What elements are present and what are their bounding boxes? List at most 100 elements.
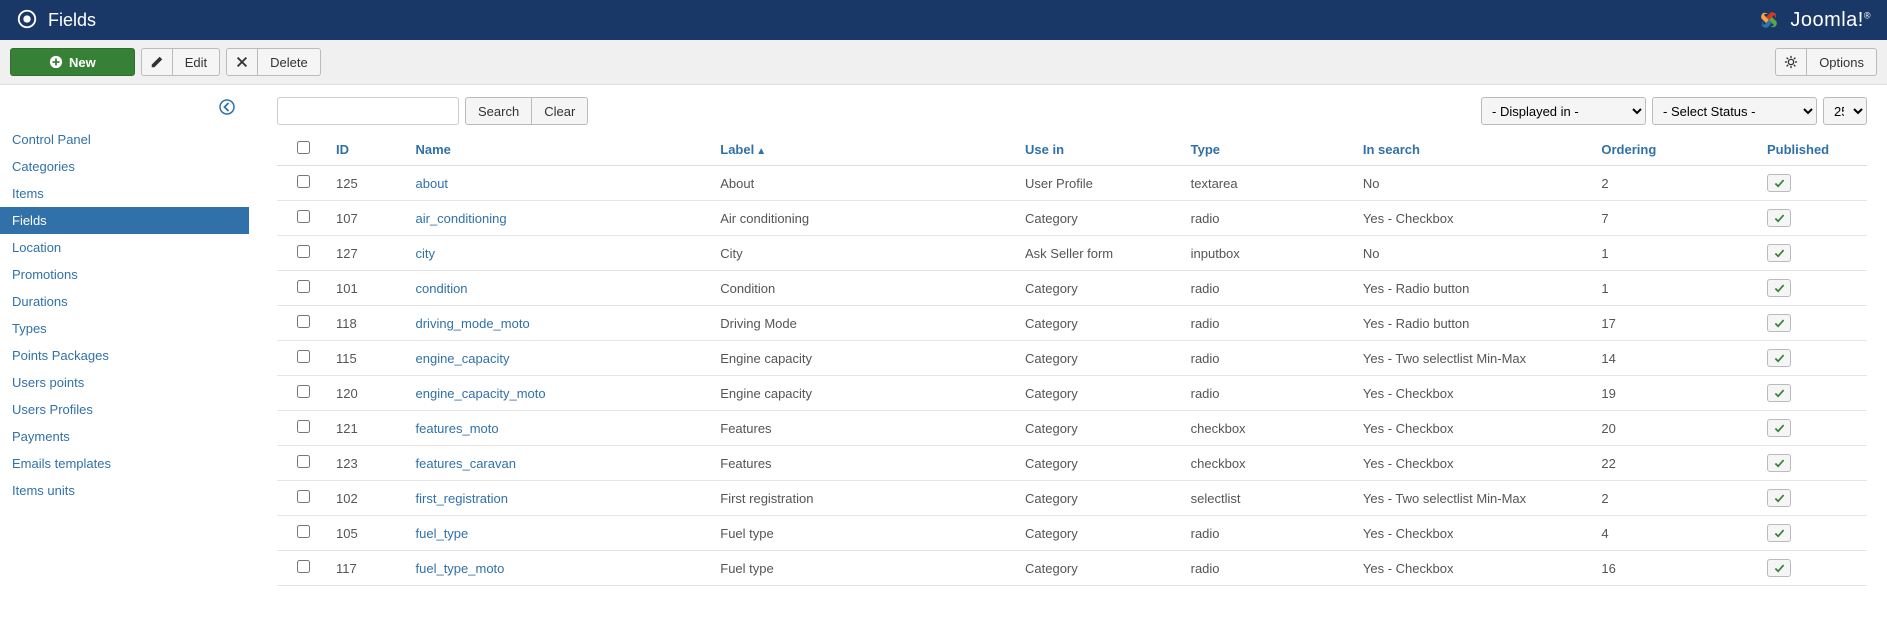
select-all-checkbox[interactable]	[297, 141, 310, 154]
published-toggle[interactable]	[1767, 174, 1791, 192]
limit-select[interactable]: 25	[1823, 97, 1867, 125]
published-toggle[interactable]	[1767, 209, 1791, 227]
page-title: Fields	[48, 10, 96, 31]
header-id[interactable]: ID	[330, 133, 410, 166]
cell-name-link[interactable]: driving_mode_moto	[416, 316, 530, 331]
published-toggle[interactable]	[1767, 524, 1791, 542]
header-ordering[interactable]: Ordering	[1595, 133, 1761, 166]
table-row: 115engine_capacityEngine capacityCategor…	[277, 341, 1867, 376]
delete-button-label: Delete	[270, 55, 308, 70]
cell-name-link[interactable]: condition	[416, 281, 468, 296]
cell-name-link[interactable]: engine_capacity	[416, 351, 510, 366]
row-checkbox[interactable]	[297, 420, 310, 433]
header-name[interactable]: Name	[410, 133, 715, 166]
header-insearch[interactable]: In search	[1357, 133, 1596, 166]
sidebar-collapse-button[interactable]	[0, 93, 249, 126]
cell-name-link[interactable]: air_conditioning	[416, 211, 507, 226]
cell-type: checkbox	[1185, 446, 1357, 481]
cell-insearch: Yes - Checkbox	[1357, 551, 1596, 586]
cell-ordering: 22	[1595, 446, 1761, 481]
sidebar-item-users-profiles[interactable]: Users Profiles	[0, 396, 249, 423]
header-type[interactable]: Type	[1185, 133, 1357, 166]
delete-button[interactable]: Delete	[258, 48, 321, 76]
new-button[interactable]: New	[10, 48, 135, 76]
search-input[interactable]	[277, 97, 459, 125]
published-toggle[interactable]	[1767, 454, 1791, 472]
cell-ordering: 19	[1595, 376, 1761, 411]
row-checkbox[interactable]	[297, 315, 310, 328]
cell-name-link[interactable]: features_moto	[416, 421, 499, 436]
edit-button-label: Edit	[185, 55, 207, 70]
status-select[interactable]: - Select Status -	[1652, 97, 1817, 125]
cell-name-link[interactable]: city	[416, 246, 436, 261]
sidebar-item-fields[interactable]: Fields	[0, 207, 249, 234]
options-button[interactable]: Options	[1807, 48, 1877, 76]
table-row: 125aboutAboutUser ProfiletextareaNo2	[277, 166, 1867, 201]
published-toggle[interactable]	[1767, 244, 1791, 262]
header-published[interactable]: Published	[1761, 133, 1867, 166]
displayed-in-select[interactable]: - Displayed in -	[1481, 97, 1646, 125]
published-toggle[interactable]	[1767, 279, 1791, 297]
row-checkbox[interactable]	[297, 175, 310, 188]
cell-id: 125	[330, 166, 410, 201]
cell-type: textarea	[1185, 166, 1357, 201]
row-checkbox[interactable]	[297, 350, 310, 363]
cell-id: 121	[330, 411, 410, 446]
cell-name-link[interactable]: fuel_type_moto	[416, 561, 505, 576]
sidebar-item-users-points[interactable]: Users points	[0, 369, 249, 396]
cell-usein: Category	[1019, 271, 1185, 306]
cell-name-link[interactable]: first_registration	[416, 491, 508, 506]
cell-ordering: 1	[1595, 271, 1761, 306]
cell-name-link[interactable]: fuel_type	[416, 526, 469, 541]
sidebar-item-payments[interactable]: Payments	[0, 423, 249, 450]
row-checkbox[interactable]	[297, 210, 310, 223]
cell-id: 123	[330, 446, 410, 481]
published-toggle[interactable]	[1767, 489, 1791, 507]
published-toggle[interactable]	[1767, 559, 1791, 577]
cell-insearch: Yes - Checkbox	[1357, 411, 1596, 446]
cell-usein: Category	[1019, 376, 1185, 411]
sidebar-item-types[interactable]: Types	[0, 315, 249, 342]
row-checkbox[interactable]	[297, 455, 310, 468]
sidebar-item-points-packages[interactable]: Points Packages	[0, 342, 249, 369]
header-label[interactable]: Label▲	[714, 133, 1019, 166]
search-button[interactable]: Search	[465, 97, 532, 125]
options-icon-button[interactable]	[1775, 48, 1807, 76]
row-checkbox[interactable]	[297, 245, 310, 258]
edit-icon-button[interactable]	[141, 48, 173, 76]
sidebar-item-emails-templates[interactable]: Emails templates	[0, 450, 249, 477]
cell-name-link[interactable]: about	[416, 176, 449, 191]
sidebar-item-control-panel[interactable]: Control Panel	[0, 126, 249, 153]
published-toggle[interactable]	[1767, 314, 1791, 332]
filter-left: Search Clear	[277, 97, 588, 125]
sidebar-item-durations[interactable]: Durations	[0, 288, 249, 315]
published-toggle[interactable]	[1767, 384, 1791, 402]
cell-id: 115	[330, 341, 410, 376]
row-checkbox[interactable]	[297, 385, 310, 398]
cell-name-link[interactable]: engine_capacity_moto	[416, 386, 546, 401]
cell-insearch: Yes - Two selectlist Min-Max	[1357, 341, 1596, 376]
cell-type: radio	[1185, 201, 1357, 236]
row-checkbox[interactable]	[297, 280, 310, 293]
edit-button[interactable]: Edit	[173, 48, 220, 76]
row-checkbox[interactable]	[297, 560, 310, 573]
cell-ordering: 1	[1595, 236, 1761, 271]
cell-type: radio	[1185, 516, 1357, 551]
sidebar-item-items[interactable]: Items	[0, 180, 249, 207]
sidebar-item-location[interactable]: Location	[0, 234, 249, 261]
sidebar-item-categories[interactable]: Categories	[0, 153, 249, 180]
sidebar-item-items-units[interactable]: Items units	[0, 477, 249, 504]
content: Search Clear - Displayed in - - Select S…	[249, 85, 1887, 606]
cell-label: City	[714, 236, 1019, 271]
header-usein[interactable]: Use in	[1019, 133, 1185, 166]
cell-usein: Category	[1019, 551, 1185, 586]
published-toggle[interactable]	[1767, 349, 1791, 367]
sidebar-item-promotions[interactable]: Promotions	[0, 261, 249, 288]
joomla-logo[interactable]: Joomla!®	[1754, 5, 1871, 35]
published-toggle[interactable]	[1767, 419, 1791, 437]
row-checkbox[interactable]	[297, 525, 310, 538]
row-checkbox[interactable]	[297, 490, 310, 503]
clear-button[interactable]: Clear	[532, 97, 588, 125]
delete-icon-button[interactable]	[226, 48, 258, 76]
cell-name-link[interactable]: features_caravan	[416, 456, 516, 471]
